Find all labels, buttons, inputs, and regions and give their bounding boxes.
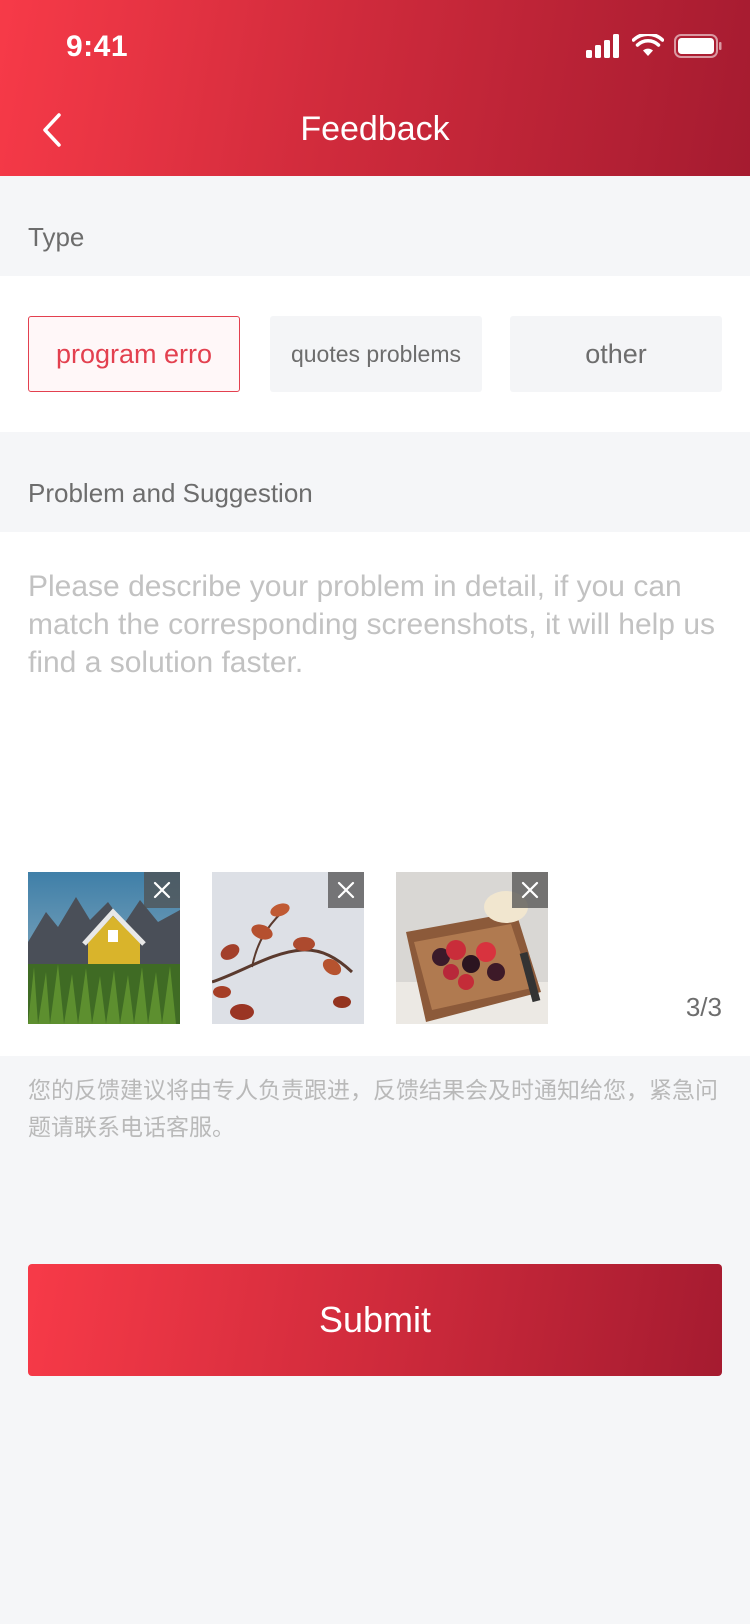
image-counter: 3/3 <box>685 992 722 1022</box>
feedback-notice: 您的反馈建议将由专人负责跟进，反馈结果会及时通知给您，紧急问题请联系电话客服。 <box>28 1077 718 1140</box>
attached-image-1[interactable] <box>28 872 180 1024</box>
remove-image-2-button[interactable] <box>328 872 364 908</box>
wifi-icon <box>632 34 664 56</box>
description-input[interactable] <box>28 568 722 848</box>
type-option-other[interactable]: other <box>510 316 722 392</box>
type-option-program-error[interactable]: program erro <box>28 316 240 392</box>
remove-image-1-button[interactable] <box>144 872 180 908</box>
attached-image-3[interactable] <box>396 872 548 1024</box>
type-section-label: Type <box>28 222 85 252</box>
suggestion-section-label: Problem and Suggestion <box>28 478 313 508</box>
battery-icon <box>674 34 722 58</box>
submit-button[interactable]: Submit <box>28 1264 722 1376</box>
signal-icon <box>586 34 619 58</box>
suggestion-panel: 3/3 <box>0 532 750 1056</box>
close-icon <box>153 881 171 899</box>
status-icons <box>586 32 722 60</box>
close-icon <box>521 881 539 899</box>
attached-image-2[interactable] <box>212 872 364 1024</box>
app-header: 9:41 Feedback <box>0 0 750 176</box>
page-title: Feedback <box>300 110 450 148</box>
remove-image-3-button[interactable] <box>512 872 548 908</box>
type-options-panel: program erro quotes problems other <box>0 276 750 432</box>
type-option-quotes-problems[interactable]: quotes problems <box>270 316 482 392</box>
status-time: 9:41 <box>66 30 129 63</box>
close-icon <box>337 881 355 899</box>
